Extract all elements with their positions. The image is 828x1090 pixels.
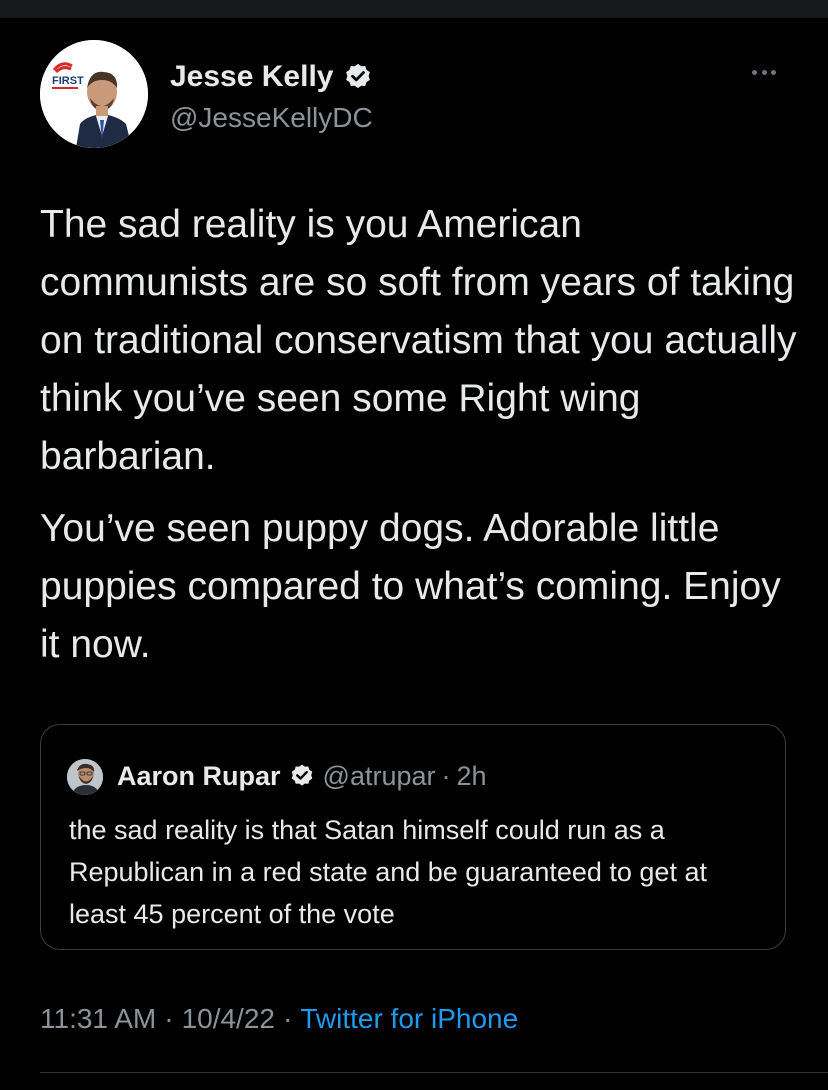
more-dot (752, 69, 757, 75)
author-avatar[interactable]: FIRST (40, 40, 148, 148)
tweet-source-link[interactable]: Twitter for iPhone (300, 1003, 518, 1034)
quoted-avatar-icon (67, 759, 103, 795)
quoted-tweet-header: Aaron Rupar @atrupar · 2h (117, 759, 487, 793)
status-strip (0, 0, 828, 18)
tweet-detail: FIRST Jesse Kelly @JesseKellyDC The sad … (0, 18, 828, 1090)
quoted-author-avatar[interactable] (67, 759, 103, 795)
meta-separator: · (282, 1003, 293, 1034)
quoted-timestamp[interactable]: 2h (457, 759, 487, 793)
tweet-paragraph: You’ve seen puppy dogs. Adorable little … (40, 507, 781, 666)
svg-text:FIRST: FIRST (52, 75, 84, 87)
verified-badge-icon (291, 764, 312, 786)
quoted-author-name[interactable]: Aaron Rupar (117, 759, 281, 793)
author-display-name[interactable]: Jesse Kelly (170, 60, 333, 94)
more-dot (771, 69, 776, 75)
meta-separator: · (164, 1003, 174, 1034)
author-handle[interactable]: @JesseKellyDC (170, 102, 373, 134)
more-options-icon[interactable] (744, 62, 784, 82)
quoted-author-handle[interactable]: @atrupar (323, 759, 436, 793)
tweet-time[interactable]: 11:31 AM (40, 1003, 156, 1034)
tweet-paragraph: The sad reality is you American communis… (40, 203, 797, 478)
author-name-row: Jesse Kelly (170, 60, 373, 94)
tweet-date[interactable]: 10/4/22 (182, 1003, 275, 1034)
divider (40, 1072, 828, 1073)
quoted-tweet-text: the sad reality is that Satan himself co… (69, 815, 707, 929)
profile-photo-avatar-icon: FIRST (40, 40, 148, 148)
more-dot (761, 69, 767, 75)
quoted-separator: · (441, 761, 451, 791)
tweet-metadata: 11:31 AM · 10/4/22 · Twitter for iPhone (40, 1002, 518, 1036)
verified-badge-icon (346, 63, 371, 89)
tweet-text: The sad reality is you American communis… (40, 196, 800, 688)
quoted-tweet-card[interactable]: Aaron Rupar @atrupar · 2h the sad realit… (40, 724, 786, 950)
